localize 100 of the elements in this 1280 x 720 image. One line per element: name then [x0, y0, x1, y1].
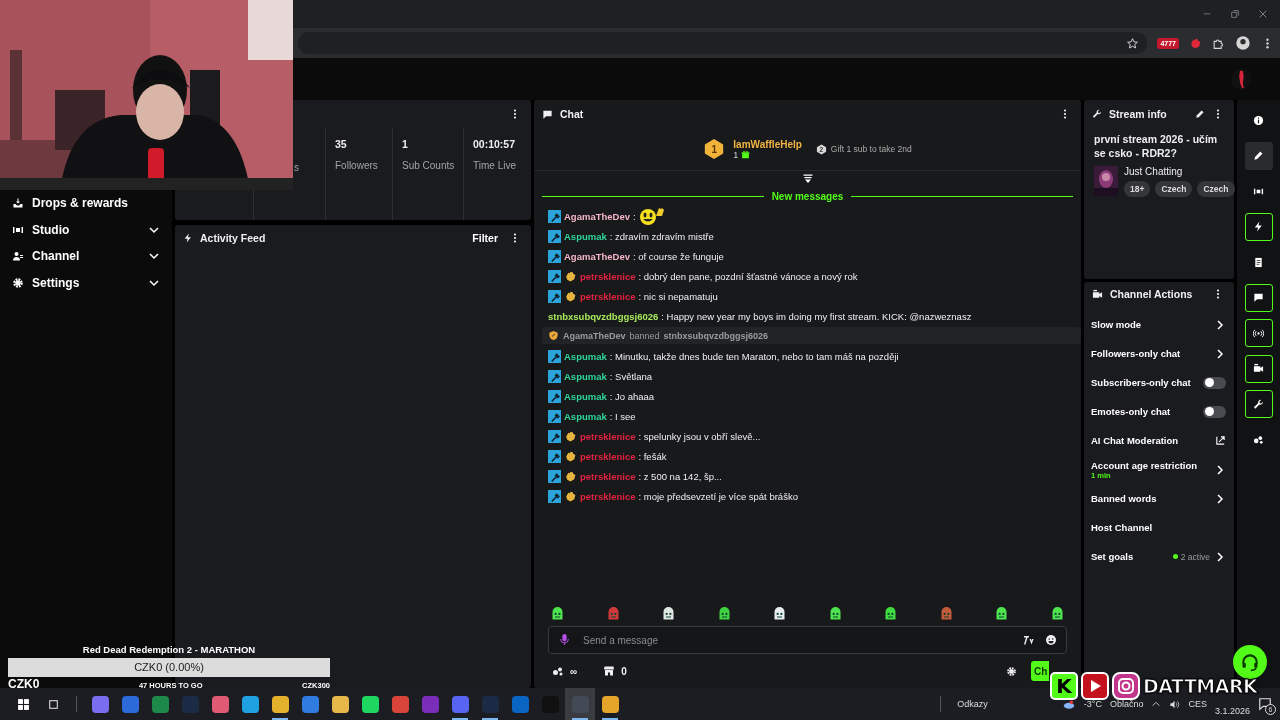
hammer-badge-icon [548, 229, 561, 243]
chat-username[interactable]: petrsklenice [580, 290, 636, 302]
filter-button[interactable]: Filter [468, 232, 502, 244]
tag-chip[interactable]: Czech [1155, 181, 1193, 198]
translate-icon[interactable] [1023, 634, 1035, 646]
chat-username[interactable]: Aspumak [564, 410, 607, 422]
chat-username[interactable]: Aspumak [564, 350, 607, 362]
chevron-right-icon[interactable] [1214, 463, 1226, 476]
windows-icon[interactable] [16, 697, 30, 711]
restore-icon[interactable] [1230, 9, 1240, 19]
settings-icon[interactable] [1006, 665, 1017, 677]
scroll-down-icon[interactable] [801, 173, 814, 185]
chat-username[interactable]: Aspumak [564, 230, 607, 242]
channel-action-label[interactable]: Emotes-only chat [1091, 406, 1199, 417]
broadcast-icon [1253, 327, 1264, 339]
emoji-icon[interactable] [1045, 634, 1057, 646]
notification-icon[interactable] [1258, 697, 1272, 711]
profile-icon[interactable] [1235, 35, 1251, 51]
chat-username[interactable]: petrsklenice [580, 270, 636, 282]
hammer-badge-icon [548, 409, 561, 423]
external-link-icon[interactable] [1215, 435, 1226, 446]
emote-icon[interactable] [772, 607, 788, 622]
chat-message-text: : Světlana [609, 370, 652, 382]
chat-username[interactable]: petrsklenice [580, 450, 636, 462]
chevron-right-icon[interactable] [1214, 492, 1226, 505]
emote-icon[interactable] [550, 607, 565, 622]
channel-action-label[interactable]: Account age restriction [1091, 459, 1210, 471]
emote-icon[interactable] [661, 607, 677, 622]
rail-button[interactable] [1244, 354, 1273, 383]
rail-button[interactable] [1244, 319, 1273, 347]
chat-username[interactable]: petrsklenice [580, 490, 636, 502]
chat-username[interactable]: petrsklenice [580, 470, 636, 482]
emote-icon[interactable] [994, 607, 1010, 622]
rail-button[interactable] [1244, 212, 1273, 241]
chat-message-text: : spelunky jsou v obří slevě... [638, 430, 761, 442]
sidebar-item[interactable]: Studio [12, 216, 160, 243]
weather-text: Oblačno [1109, 699, 1144, 709]
edit-icon[interactable] [1195, 109, 1205, 119]
stat-label: Followers [335, 159, 379, 172]
hammer-badge-icon [548, 289, 561, 303]
chat-message-text: : Minutku, takže dnes bude ten Maraton, nebo to tam máš na později [609, 350, 899, 362]
channel-action-label[interactable]: Set goals [1091, 551, 1169, 562]
channel-action-label[interactable]: Host Channel [1091, 522, 1226, 533]
category-name[interactable]: Just Chatting [1124, 166, 1240, 178]
stat-value: 1 [402, 138, 409, 150]
gifter-name[interactable]: IamWaffleHelp [733, 138, 802, 150]
rail-button[interactable] [1244, 283, 1273, 312]
video-play-icon [1081, 672, 1109, 700]
puzzle-icon[interactable] [1212, 36, 1225, 50]
channel-action-label[interactable]: AI Chat Moderation [1091, 435, 1211, 446]
chevron-right-icon[interactable] [1214, 318, 1226, 331]
language-indicator[interactable]: CES [1188, 699, 1207, 709]
sidebar-item[interactable]: Settings [12, 269, 160, 296]
chat-message-text: : I see [609, 410, 636, 422]
panel-title: Chat [560, 108, 585, 120]
chat-username[interactable]: Aspumak [564, 370, 607, 382]
tag-chip[interactable]: Czech [1197, 181, 1235, 198]
info-icon [1253, 114, 1264, 126]
emote-icon[interactable] [883, 607, 899, 622]
bolt-icon [183, 233, 193, 243]
channel-action-label[interactable]: Subscribers-only chat [1091, 377, 1199, 388]
chat-send-button[interactable]: Ch [1031, 661, 1049, 681]
rail-button[interactable] [1244, 390, 1273, 418]
sidebar-icon [12, 276, 24, 289]
chevron-right-icon[interactable] [1214, 347, 1226, 360]
speaker-icon[interactable] [1169, 698, 1181, 710]
task-view-icon[interactable] [46, 697, 60, 711]
hexagon-icon [815, 143, 827, 155]
chat-username[interactable]: AgamaTheDev [564, 210, 630, 222]
sidebar-item[interactable]: Drops & rewards [12, 190, 160, 217]
chevron-right-icon[interactable] [1214, 550, 1226, 563]
toggle-switch[interactable] [1203, 376, 1226, 389]
links-toolbar[interactable]: Odkazy [957, 699, 988, 709]
rail-button[interactable] [1244, 141, 1273, 170]
chat-username[interactable]: AgamaTheDev [564, 250, 630, 262]
hammer-badge-icon [548, 429, 561, 443]
chat-username[interactable]: stnbxsubqvzdbggsj6026 [548, 310, 659, 322]
chevron-up-icon[interactable] [1151, 699, 1162, 709]
message-input[interactable]: Send a message [548, 626, 1067, 654]
channel-action-label[interactable]: Banned words [1091, 493, 1210, 504]
stat-label: Time Live [473, 159, 517, 172]
channel-action-label[interactable]: Followers-only chat [1091, 348, 1210, 359]
shield-icon [548, 330, 559, 341]
star-icon[interactable] [1126, 36, 1140, 50]
toggle-switch[interactable] [1203, 405, 1226, 418]
tag-chip[interactable]: 18+ [1124, 181, 1151, 198]
avatar-icon[interactable] [1230, 68, 1252, 90]
channel-action-label[interactable]: Slow mode [1091, 319, 1210, 330]
rank-number: 1 [711, 143, 718, 155]
document-icon [1253, 256, 1264, 268]
stat-label: Sub Counts [402, 159, 455, 172]
store-icon[interactable] [603, 665, 616, 677]
chat-username[interactable]: petrsklenice [580, 430, 636, 442]
close-icon[interactable] [1258, 9, 1268, 19]
hammer-badge-icon [548, 269, 561, 283]
goal-status: 2 active [1180, 551, 1210, 562]
taskbar-app[interactable] [565, 688, 595, 720]
mic-icon[interactable] [558, 633, 571, 646]
sidebar-item[interactable]: Channel [12, 243, 160, 270]
chat-username[interactable]: Aspumak [564, 390, 607, 402]
